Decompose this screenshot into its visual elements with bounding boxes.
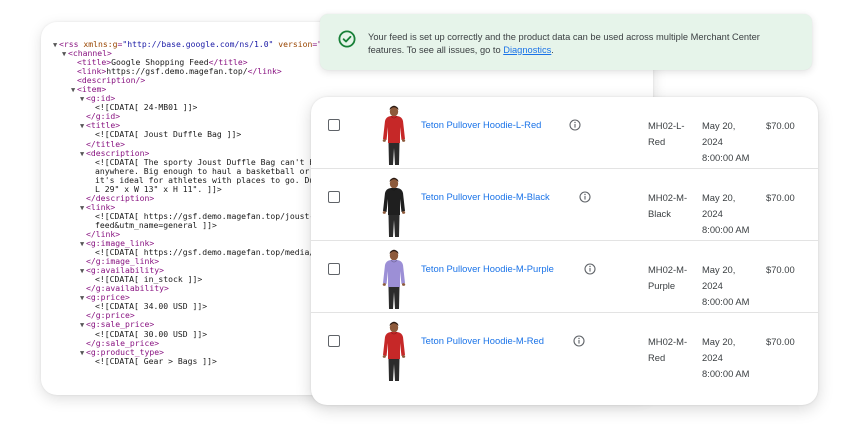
xml-line: ▼ <item> xyxy=(53,85,616,95)
row-checkbox[interactable] xyxy=(328,191,340,203)
xml-token: </link> xyxy=(247,66,282,77)
row-checkbox[interactable] xyxy=(328,335,340,347)
row-checkbox[interactable] xyxy=(328,263,340,275)
product-price: $70.00 xyxy=(766,120,795,131)
product-sku: MH02-M- Black xyxy=(648,190,696,222)
date-time: 8:00:00 AM xyxy=(702,152,750,163)
product-price: $70.00 xyxy=(766,336,795,347)
product-thumbnail xyxy=(382,177,406,237)
date-year: 2024 xyxy=(702,208,723,219)
date-day: May 20, xyxy=(702,192,736,203)
date-time: 8:00:00 AM xyxy=(702,224,750,235)
feed-status-banner: Your feed is set up correctly and the pr… xyxy=(320,14,812,70)
product-thumbnail xyxy=(382,249,406,309)
banner-message-text: Your feed is set up correctly and the pr… xyxy=(368,32,760,55)
sku-part: MH02-M- xyxy=(648,264,688,275)
product-thumbnail xyxy=(382,105,406,165)
banner-message: Your feed is set up correctly and the pr… xyxy=(368,31,798,56)
table-row: Teton Pullover Hoodie-M-Black MH02-M- Bla… xyxy=(311,169,818,241)
product-title-link[interactable]: Teton Pullover Hoodie-M-Purple xyxy=(421,263,554,274)
date-time: 8:00:00 AM xyxy=(702,296,750,307)
product-price: $70.00 xyxy=(766,264,795,275)
row-checkbox[interactable] xyxy=(328,119,340,131)
date-year: 2024 xyxy=(702,136,723,147)
info-icon[interactable] xyxy=(579,191,591,203)
date-day: May 20, xyxy=(702,264,736,275)
product-thumbnail xyxy=(382,321,406,381)
xml-token: version xyxy=(273,39,313,49)
sku-part: MH02-M- xyxy=(648,192,688,203)
xml-token: "http://base.google.com/ns/1.0" xyxy=(122,39,274,49)
sku-variant: Black xyxy=(648,208,671,219)
product-title-link[interactable]: Teton Pullover Hoodie-M-Black xyxy=(421,191,550,202)
table-row: Teton Pullover Hoodie-M-Purple MH02-M- Pu… xyxy=(311,241,818,313)
date-day: May 20, xyxy=(702,336,736,347)
product-sku: MH02-M- Purple xyxy=(648,262,696,294)
info-icon[interactable] xyxy=(584,263,596,275)
sku-part: MH02-L- xyxy=(648,120,685,131)
info-icon[interactable] xyxy=(573,335,585,347)
xml-token: <![CDATA[ Gear > Bags ]]> xyxy=(95,355,217,366)
product-date: May 20, 2024 8:00:00 AM xyxy=(702,190,764,238)
product-date: May 20, 2024 8:00:00 AM xyxy=(702,334,764,382)
date-year: 2024 xyxy=(702,280,723,291)
banner-message-end: . xyxy=(551,44,554,55)
check-circle-icon xyxy=(338,30,356,48)
table-row: Teton Pullover Hoodie-M-Red MH02-M- Red M… xyxy=(311,313,818,385)
product-sku: MH02-L- Red xyxy=(648,118,696,150)
product-price: $70.00 xyxy=(766,192,795,203)
product-date: May 20, 2024 8:00:00 AM xyxy=(702,118,764,166)
sku-part: MH02-M- xyxy=(648,336,688,347)
date-year: 2024 xyxy=(702,352,723,363)
product-title-link[interactable]: Teton Pullover Hoodie-M-Red xyxy=(421,335,544,346)
sku-variant: Purple xyxy=(648,280,676,291)
product-title-link[interactable]: Teton Pullover Hoodie-L-Red xyxy=(421,119,541,130)
info-icon[interactable] xyxy=(569,119,581,131)
sku-variant: Red xyxy=(648,352,666,363)
diagnostics-link[interactable]: Diagnostics xyxy=(503,45,551,55)
date-time: 8:00:00 AM xyxy=(702,368,750,379)
product-sku: MH02-M- Red xyxy=(648,334,696,366)
table-row: Teton Pullover Hoodie-L-Red MH02-L- Red M… xyxy=(311,97,818,169)
date-day: May 20, xyxy=(702,120,736,131)
xml-line: <description/> xyxy=(53,76,616,85)
sku-variant: Red xyxy=(648,136,666,147)
products-table: Teton Pullover Hoodie-L-Red MH02-L- Red M… xyxy=(311,97,818,405)
product-date: May 20, 2024 8:00:00 AM xyxy=(702,262,764,310)
